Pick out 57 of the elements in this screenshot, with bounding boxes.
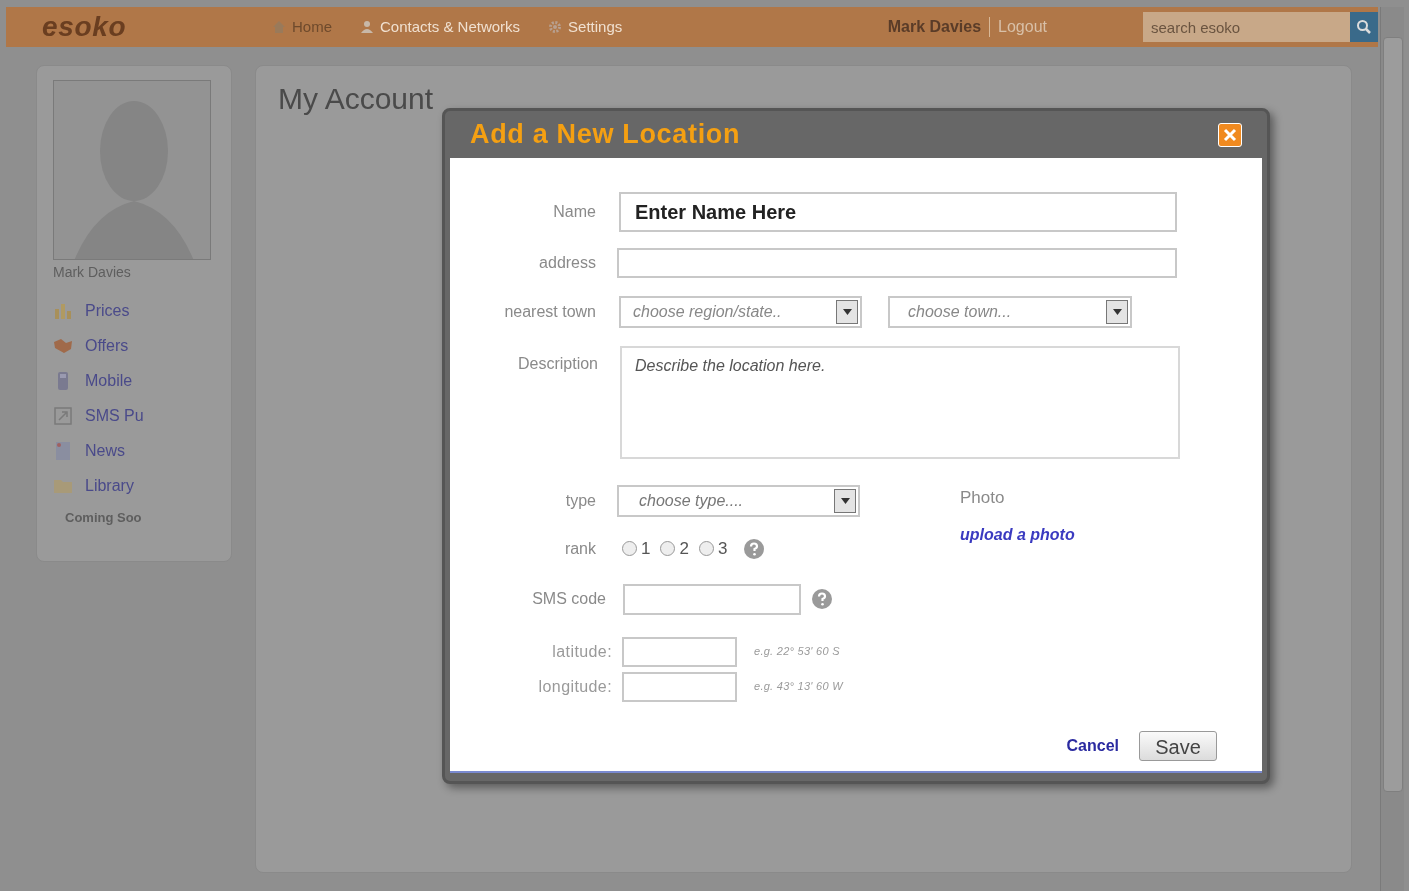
- field-label: latitude:: [551, 641, 612, 662]
- nav-link[interactable]: Contacts & Networks: [360, 15, 521, 39]
- description-field[interactable]: Describe the location here.: [620, 346, 1180, 459]
- sidebar-link[interactable]: Prices: [53, 299, 130, 323]
- rank-radio[interactable]: 2: [660, 536, 689, 562]
- name-field[interactable]: Enter Name Here: [619, 192, 1177, 232]
- sidebar-link[interactable]: Mobile: [53, 369, 133, 393]
- help-icon[interactable]: [743, 537, 766, 560]
- longitude-field[interactable]: [622, 671, 737, 702]
- cancel-link[interactable]: Cancel: [1066, 734, 1119, 758]
- logout-link[interactable]: Logout: [998, 15, 1047, 39]
- field-label: type: [564, 491, 596, 511]
- sidebar-link[interactable]: Library: [53, 474, 134, 498]
- rank-radio[interactable]: 3: [698, 536, 728, 562]
- user-name-link[interactable]: Mark Davies: [887, 15, 982, 39]
- close-button[interactable]: [1218, 122, 1242, 147]
- field-label: rank: [563, 538, 596, 559]
- sidebar-link[interactable]: Offers: [53, 334, 129, 358]
- field-label: Description: [516, 354, 598, 374]
- field-label: SMS code: [531, 589, 606, 609]
- photo-label: Photo: [960, 487, 1006, 509]
- rank-radio[interactable]: 1: [622, 536, 651, 562]
- field-label: longitude:: [537, 676, 612, 697]
- dialog-title: Add a New Location: [470, 118, 741, 152]
- sms-code-field[interactable]: [623, 583, 801, 615]
- field-label: Name: [552, 202, 596, 222]
- gear-icon: [548, 20, 563, 34]
- search-icon: [1356, 19, 1372, 35]
- coming-soon-label: Coming Soo: [65, 509, 142, 527]
- page-title: My Account: [278, 81, 434, 117]
- dropdown[interactable]: choose town...: [888, 296, 1132, 328]
- sidebar-link[interactable]: News: [53, 439, 125, 463]
- address-field[interactable]: [617, 248, 1177, 278]
- format-hint: e.g. 43° 13' 60 W: [754, 679, 843, 695]
- scrollbar[interactable]: [1380, 7, 1404, 891]
- dropdown[interactable]: choose region/state..: [619, 296, 862, 328]
- document-icon: [53, 441, 73, 461]
- save-button[interactable]: Save: [1139, 731, 1217, 761]
- nav-link[interactable]: Settings: [548, 15, 623, 39]
- share-icon: [53, 406, 73, 426]
- latitude-field[interactable]: [622, 636, 737, 667]
- search-button[interactable]: [1350, 12, 1378, 42]
- search-field[interactable]: search esoko: [1143, 12, 1350, 42]
- nav-link[interactable]: Home: [272, 15, 332, 39]
- profile-name: Mark Davies: [53, 263, 132, 282]
- user-icon: [360, 20, 374, 34]
- close-icon: [1223, 127, 1237, 142]
- dropdown[interactable]: choose type....: [617, 485, 860, 517]
- logo[interactable]: esoko: [42, 6, 242, 48]
- sidebar-link[interactable]: SMS Pu: [53, 404, 144, 428]
- field-label: address: [538, 253, 596, 273]
- format-hint: e.g. 22° 53' 60 S: [754, 644, 840, 660]
- bar-chart-icon: [53, 301, 73, 321]
- field-label: nearest town: [503, 302, 596, 322]
- handshake-icon: [53, 336, 73, 356]
- upload-photo-link[interactable]: upload a photo: [960, 522, 1075, 547]
- help-icon[interactable]: [811, 588, 833, 610]
